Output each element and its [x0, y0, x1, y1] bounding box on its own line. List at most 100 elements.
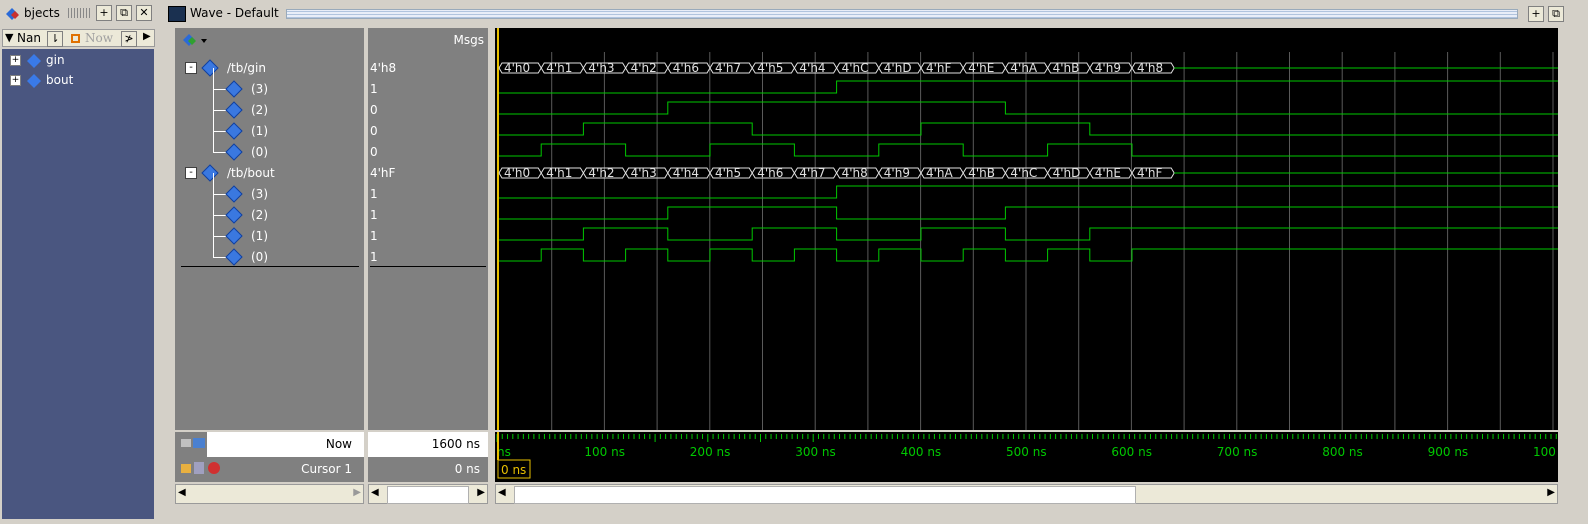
- bus-value-label: 4'h8: [842, 166, 868, 180]
- expand-icon[interactable]: +: [10, 55, 21, 66]
- bus-value-label: 4'h4: [799, 61, 825, 75]
- bus-value-label: 4'hB: [1053, 61, 1080, 75]
- waveform-plot[interactable]: 4'h0 4'h1 4'h3 4'h2 4'h6 4'h7 4'h5 4'h4 4'hC 4'hD…: [495, 28, 1558, 430]
- signal-diamond-icon: [225, 143, 243, 161]
- add-icon[interactable]: +: [96, 5, 112, 21]
- signal-row-bit[interactable]: (3): [175, 173, 364, 204]
- bus-value-label: 4'h1: [546, 61, 572, 75]
- wave-titlebar: Wave - Default + ⧉: [166, 4, 1585, 24]
- signal-value: 4'hF: [370, 166, 396, 180]
- signal-value: 1: [370, 82, 378, 96]
- signal-value: 1: [370, 229, 378, 243]
- scroll-left-icon[interactable]: ◀: [371, 487, 379, 498]
- close-icon[interactable]: ✕: [136, 5, 152, 21]
- scroll-right-icon[interactable]: ▶: [1547, 487, 1555, 498]
- signal-row-bit[interactable]: (0): [175, 236, 364, 267]
- filter-icon[interactable]: ⇂: [47, 31, 63, 47]
- values-hscroll[interactable]: ◀ ▶: [368, 484, 488, 504]
- signal-diamond-icon: [27, 54, 41, 68]
- cursor-lock-icon[interactable]: [181, 461, 221, 475]
- signal-name: (0): [251, 250, 268, 264]
- time-label: 600 ns: [1111, 445, 1152, 459]
- collapse-icon[interactable]: -: [185, 62, 197, 74]
- values-header: Msgs: [368, 28, 488, 52]
- bus-value-label: 4'hF: [1137, 166, 1163, 180]
- time-label: 900 ns: [1428, 445, 1469, 459]
- bus-value-label: 4'hA: [1010, 61, 1038, 75]
- scroll-left-icon[interactable]: ◀: [178, 487, 186, 498]
- time-label: ns: [497, 445, 511, 459]
- signal-diamond-icon: [225, 206, 243, 224]
- signal-row-bit[interactable]: (1): [175, 110, 364, 141]
- column-now-header[interactable]: Now: [85, 31, 113, 45]
- scroll-right-icon[interactable]: ▶: [353, 487, 361, 498]
- signal-row-bus[interactable]: - /tb/gin: [175, 58, 364, 78]
- bus-value-label: 4'h4: [673, 166, 699, 180]
- wave-title: Wave - Default: [190, 6, 279, 20]
- cursor-values-pane: 1600 ns 0 ns: [368, 432, 488, 482]
- bus-value-label: 4'h5: [757, 61, 783, 75]
- objects-list: + gin + bout: [2, 49, 154, 519]
- time-label: 500 ns: [1006, 445, 1047, 459]
- bus-value-label: 4'h3: [631, 166, 657, 180]
- signal-value: 1: [370, 250, 378, 264]
- bus-value-label: 4'hD: [1053, 166, 1081, 180]
- signal-name: (2): [251, 208, 268, 222]
- signal-value: 0: [370, 103, 378, 117]
- signal-row-bit[interactable]: (2): [175, 194, 364, 225]
- wave-tool-icon[interactable]: [181, 32, 211, 48]
- scroll-left-icon[interactable]: ◀: [498, 487, 506, 498]
- signal-row-bit[interactable]: (0): [175, 131, 364, 162]
- names-hscroll[interactable]: ◀ ▶: [175, 484, 364, 504]
- object-label: bout: [46, 73, 74, 87]
- sort-arrow-icon[interactable]: ▼: [5, 31, 13, 44]
- signal-row-bit[interactable]: (3): [175, 68, 364, 99]
- column-name-header[interactable]: Nan: [17, 31, 41, 45]
- now-value: 1600 ns: [431, 437, 480, 451]
- bus-value-label: 4'hC: [1010, 166, 1037, 180]
- timeline[interactable]: ns 100 ns 200 ns 300 ns 400 ns 500 ns 600 ns 70…: [495, 432, 1558, 482]
- time-label: 200 ns: [690, 445, 731, 459]
- bus-value-label: 4'hE: [1095, 166, 1121, 180]
- now-label: Now: [325, 437, 352, 451]
- signal-diamond-icon: [225, 248, 243, 266]
- bus-value-label: 4'h5: [715, 166, 741, 180]
- pin-icon[interactable]: ≯: [121, 31, 137, 47]
- msgs-label: Msgs: [453, 33, 484, 47]
- cursor-value: 0 ns: [454, 462, 480, 476]
- undock-icon[interactable]: ⧉: [116, 5, 132, 21]
- bus-value-label: 4'h9: [884, 166, 910, 180]
- add-icon[interactable]: +: [1528, 6, 1544, 22]
- bus-value-label: 4'h7: [799, 166, 825, 180]
- drag-grip[interactable]: [68, 8, 92, 18]
- wave-app-icon: [168, 6, 186, 22]
- signal-row-bus[interactable]: - /tb/bout: [175, 163, 364, 183]
- objects-titlebar: bjects + ⧉ ✕: [2, 4, 155, 22]
- cursor-names-pane: Now Cursor 1: [175, 432, 364, 482]
- collapse-icon[interactable]: -: [185, 167, 197, 179]
- signal-values-pane: 4'h8 1 0 0 0 4'hF 1 1 1 1: [368, 52, 488, 430]
- time-label: 100: [1533, 445, 1556, 459]
- signal-name: (1): [251, 229, 268, 243]
- signal-name: (1): [251, 124, 268, 138]
- objects-pane: bjects + ⧉ ✕ ▼ Nan ⇂ Now ≯ ▶ + gin + bou…: [0, 0, 157, 524]
- scroll-thumb[interactable]: [514, 486, 1136, 504]
- title-drag-grip[interactable]: [286, 9, 1518, 19]
- objects-app-icon: [6, 8, 19, 20]
- signal-diamond-icon: [225, 227, 243, 245]
- now-square-icon: [71, 34, 80, 43]
- signal-value: 4'h8: [370, 61, 397, 75]
- expand-icon[interactable]: +: [10, 75, 21, 86]
- scroll-right-icon[interactable]: ▶: [143, 31, 151, 42]
- time-label: 700 ns: [1217, 445, 1258, 459]
- undock-icon[interactable]: ⧉: [1548, 6, 1564, 22]
- signal-value: 1: [370, 187, 378, 201]
- time-label: 800 ns: [1322, 445, 1363, 459]
- bus-value-label: 4'hB: [968, 166, 995, 180]
- signal-name: (3): [251, 82, 268, 96]
- wave-hscroll[interactable]: ◀ ▶: [495, 484, 1558, 504]
- signal-row-bit[interactable]: (2): [175, 89, 364, 120]
- vertical-splitter[interactable]: [1560, 28, 1570, 482]
- scroll-right-icon[interactable]: ▶: [477, 487, 485, 498]
- signal-row-bit[interactable]: (1): [175, 215, 364, 246]
